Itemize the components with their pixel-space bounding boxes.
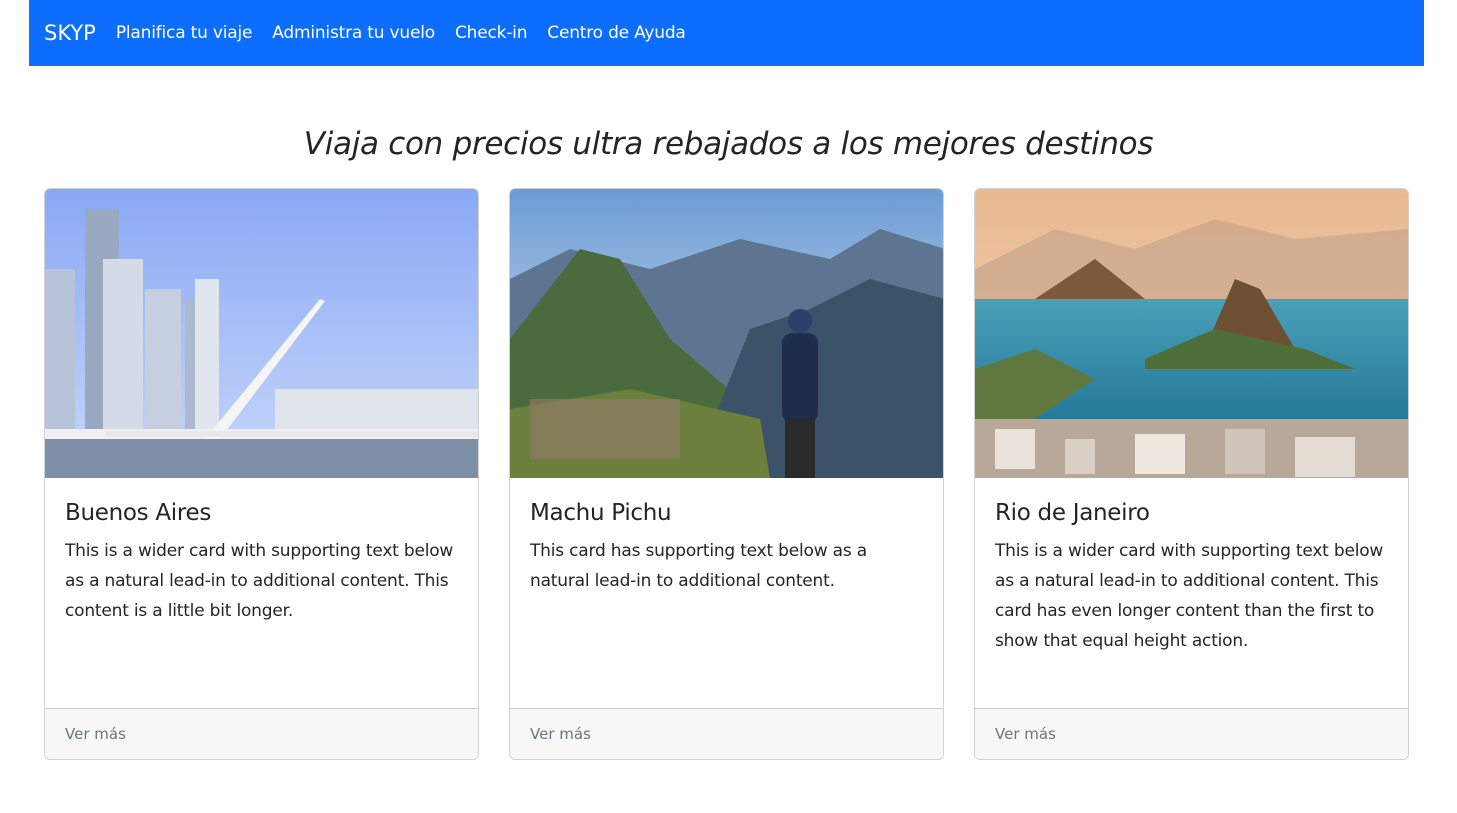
brand-logo[interactable]: SKYP	[44, 21, 96, 45]
navbar: SKYP Planifica tu viaje Administra tu vu…	[29, 0, 1424, 66]
card-text: This is a wider card with supporting tex…	[65, 541, 454, 621]
card-text: This is a wider card with supporting tex…	[995, 541, 1384, 651]
card-title: Rio de Janeiro	[995, 500, 1150, 526]
nav-link-ayuda[interactable]: Centro de Ayuda	[547, 23, 686, 43]
destination-card-rio-de-janeiro: Rio de Janeiro This is a wider card with…	[974, 188, 1409, 760]
ver-mas-link[interactable]: Ver más	[530, 725, 591, 743]
page-headline: Viaja con precios ultra rebajados a los …	[303, 126, 1154, 162]
nav-link-checkin[interactable]: Check-in	[455, 23, 528, 43]
card-image-buenos-aires	[45, 189, 478, 478]
destination-card-buenos-aires: Buenos Aires This is a wider card with s…	[44, 188, 479, 760]
card-text: This card has supporting text below as a…	[530, 541, 867, 591]
card-title: Buenos Aires	[65, 500, 212, 526]
nav-link-planifica[interactable]: Planifica tu viaje	[116, 23, 253, 43]
card-footer: Ver más	[45, 708, 478, 759]
ver-mas-link[interactable]: Ver más	[995, 725, 1056, 743]
card-image-rio-de-janeiro	[975, 189, 1408, 478]
ver-mas-link[interactable]: Ver más	[65, 725, 126, 743]
destination-card-machu-pichu: Machu Pichu This card has supporting tex…	[509, 188, 944, 760]
card-title: Machu Pichu	[530, 500, 672, 526]
card-footer: Ver más	[975, 708, 1408, 759]
nav-link-administra[interactable]: Administra tu vuelo	[272, 23, 435, 43]
card-footer: Ver más	[510, 708, 943, 759]
card-image-machu-pichu	[510, 189, 943, 478]
